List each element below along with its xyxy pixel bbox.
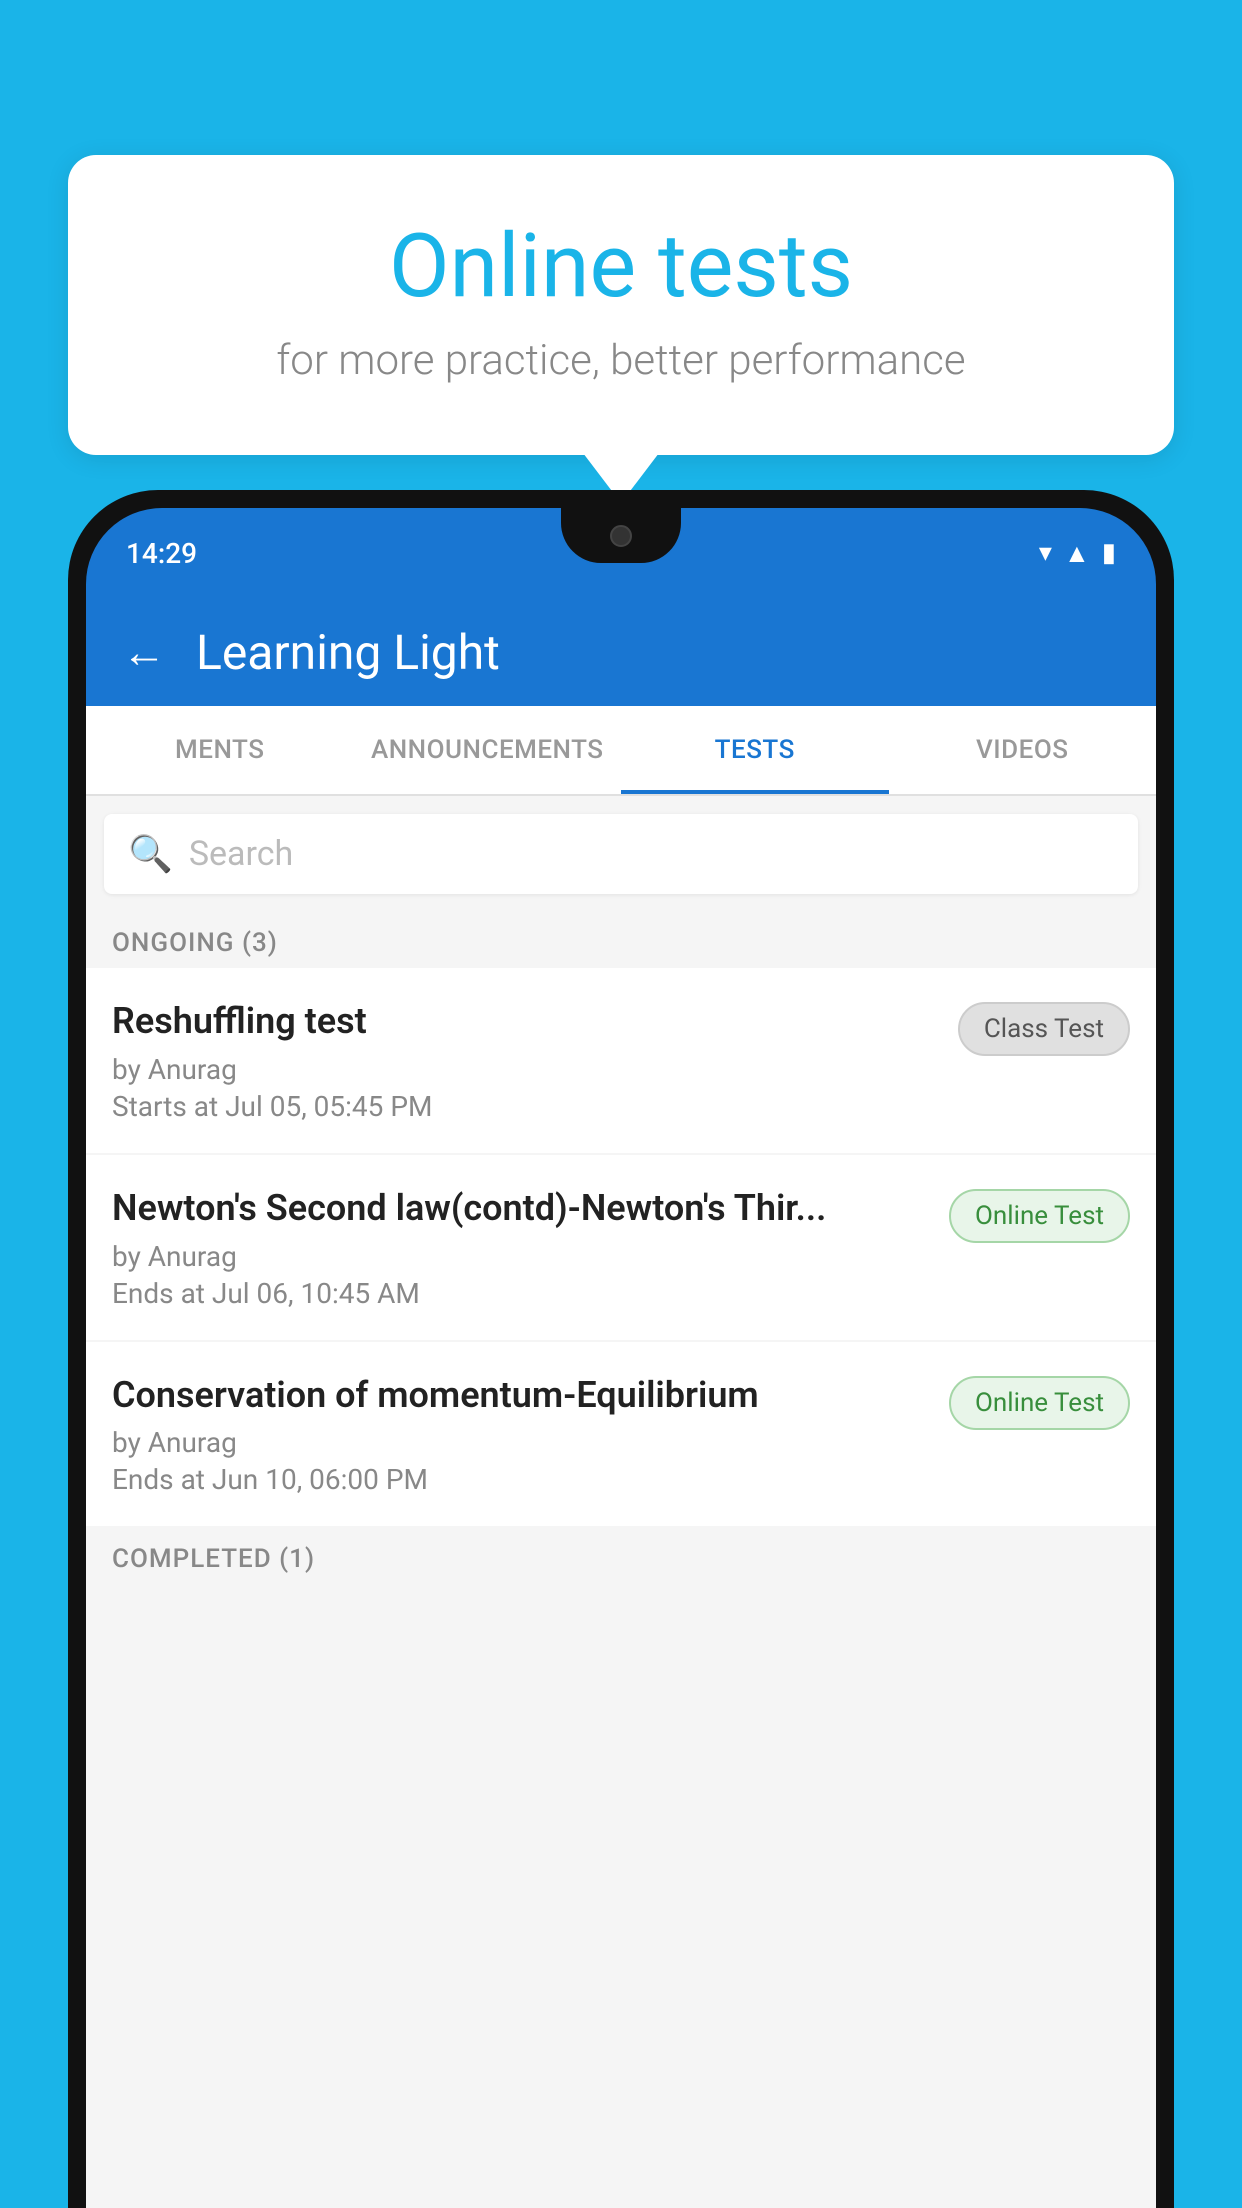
app-bar: ← Learning Light: [86, 598, 1156, 706]
promo-bubble: Online tests for more practice, better p…: [68, 155, 1174, 455]
test-item[interactable]: Reshuffling test by Anurag Starts at Jul…: [86, 968, 1156, 1153]
content-area: 🔍 Search ONGOING (3) Reshuffling test by…: [86, 796, 1156, 2208]
tab-tests[interactable]: TESTS: [621, 706, 889, 794]
status-time: 14:29: [126, 537, 197, 570]
bubble-subtitle: for more practice, better performance: [118, 336, 1124, 385]
phone-inner: 14:29 ▾ ▲ ▮ ← Learning Light MENTS ANNOU…: [86, 508, 1156, 2208]
bubble-title: Online tests: [118, 215, 1124, 318]
ongoing-section-header: ONGOING (3): [86, 912, 1156, 968]
phone-frame: 14:29 ▾ ▲ ▮ ← Learning Light MENTS ANNOU…: [68, 490, 1174, 2208]
test-time: Starts at Jul 05, 05:45 PM: [112, 1090, 938, 1123]
test-name: Conservation of momentum-Equilibrium: [112, 1372, 929, 1419]
battery-icon: ▮: [1102, 538, 1116, 568]
test-by: by Anurag: [112, 1426, 929, 1459]
tab-announcements[interactable]: ANNOUNCEMENTS: [354, 706, 622, 794]
app-title: Learning Light: [196, 624, 500, 681]
completed-section-header: COMPLETED (1): [86, 1528, 1156, 1584]
camera: [610, 525, 632, 547]
test-info: Conservation of momentum-Equilibrium by …: [112, 1372, 949, 1497]
back-button[interactable]: ←: [122, 630, 166, 674]
test-badge: Online Test: [949, 1189, 1130, 1243]
tab-bar: MENTS ANNOUNCEMENTS TESTS VIDEOS: [86, 706, 1156, 796]
test-by: by Anurag: [112, 1240, 929, 1273]
tab-ments[interactable]: MENTS: [86, 706, 354, 794]
test-name: Newton's Second law(contd)-Newton's Thir…: [112, 1185, 929, 1232]
search-placeholder: Search: [189, 834, 293, 874]
test-item[interactable]: Newton's Second law(contd)-Newton's Thir…: [86, 1155, 1156, 1340]
search-icon: 🔍: [128, 833, 173, 875]
test-by: by Anurag: [112, 1053, 938, 1086]
status-bar: 14:29 ▾ ▲ ▮: [86, 508, 1156, 598]
signal-icon: ▲: [1064, 538, 1090, 569]
wifi-icon: ▾: [1039, 538, 1052, 568]
status-icons: ▾ ▲ ▮: [1039, 538, 1116, 569]
test-info: Reshuffling test by Anurag Starts at Jul…: [112, 998, 958, 1123]
test-name: Reshuffling test: [112, 998, 938, 1045]
test-info: Newton's Second law(contd)-Newton's Thir…: [112, 1185, 949, 1310]
test-time: Ends at Jun 10, 06:00 PM: [112, 1463, 929, 1496]
test-item[interactable]: Conservation of momentum-Equilibrium by …: [86, 1342, 1156, 1527]
search-bar[interactable]: 🔍 Search: [104, 814, 1138, 894]
tab-videos[interactable]: VIDEOS: [889, 706, 1157, 794]
test-badge: Online Test: [949, 1376, 1130, 1430]
test-time: Ends at Jul 06, 10:45 AM: [112, 1277, 929, 1310]
test-badge: Class Test: [958, 1002, 1130, 1056]
notch: [561, 508, 681, 563]
